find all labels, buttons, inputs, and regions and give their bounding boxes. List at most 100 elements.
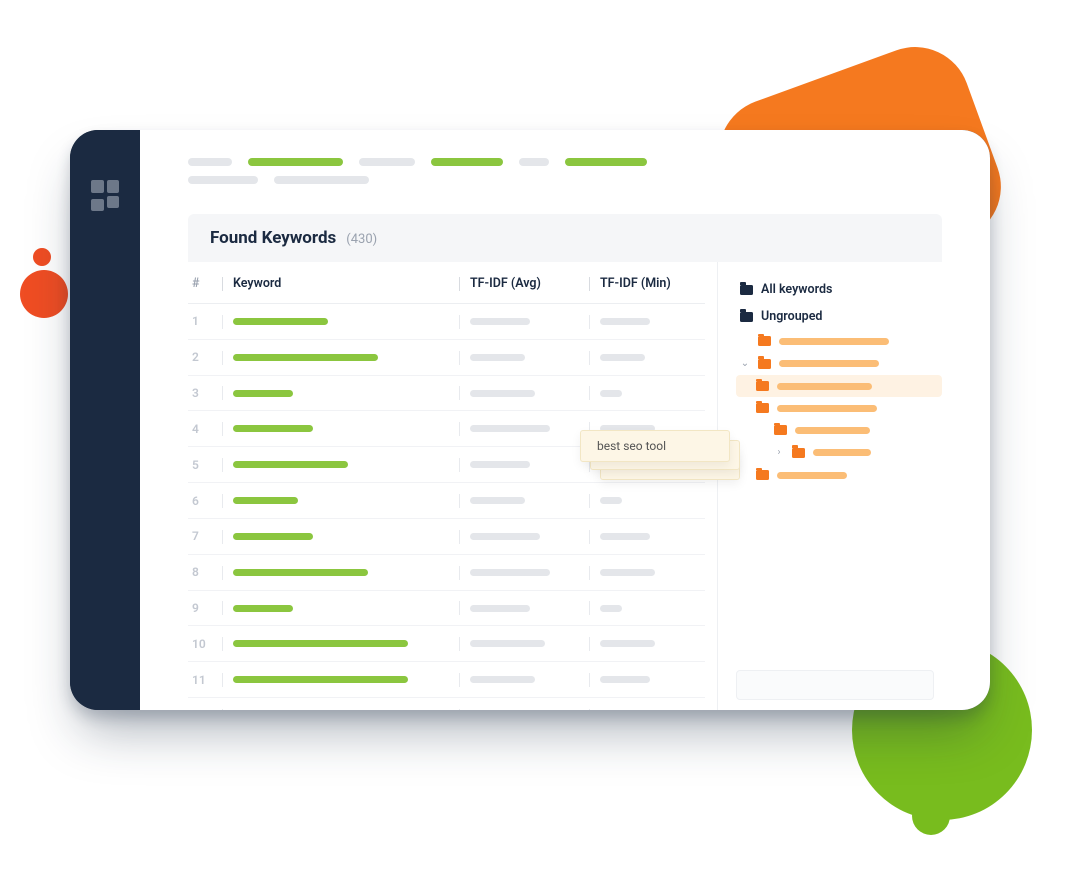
folder-placeholder [779, 360, 879, 367]
cell-keyword [218, 304, 455, 340]
folder-placeholder [777, 472, 847, 479]
cell-tfidf-avg [455, 590, 585, 626]
crumb-placeholder [248, 158, 343, 166]
app-window: Found Keywords (430) # Keyword TF-IDF (A… [70, 130, 990, 710]
decor-green-circle-small [912, 797, 950, 835]
row-number: 1 [188, 304, 218, 340]
cell-tfidf-avg [455, 375, 585, 411]
folder-icon [740, 312, 753, 322]
cell-tfidf-min [585, 662, 705, 698]
cell-tfidf-min [585, 304, 705, 340]
cell-keyword [218, 590, 455, 626]
keyword-tooltip: best seo tool [580, 430, 730, 462]
row-number: 11 [188, 662, 218, 698]
row-number: 10 [188, 626, 218, 662]
cell-tfidf-avg [455, 304, 585, 340]
crumb-placeholder [565, 158, 647, 166]
section-header: Found Keywords (430) [188, 214, 942, 262]
row-number: 8 [188, 554, 218, 590]
cell-tfidf-min [585, 375, 705, 411]
section-count: (430) [346, 232, 377, 247]
folder-icon [774, 425, 787, 435]
folder-icon [756, 403, 769, 413]
table-row[interactable]: 2 [188, 339, 705, 375]
folder-item[interactable] [736, 397, 942, 419]
cell-tfidf-avg [455, 554, 585, 590]
cell-tfidf-min [585, 698, 705, 710]
table-row[interactable]: 12 [188, 698, 705, 710]
chevron-down-icon[interactable]: ⌄ [740, 358, 750, 369]
table-row[interactable]: 9 [188, 590, 705, 626]
folder-item-selected[interactable] [736, 375, 942, 397]
folder-item[interactable] [736, 419, 942, 441]
cell-keyword [218, 554, 455, 590]
decor-red-circle-small [33, 248, 51, 266]
col-tfidf-min[interactable]: TF-IDF (Min) [585, 262, 705, 304]
cell-tfidf-avg [455, 411, 585, 447]
cell-tfidf-avg [455, 447, 585, 483]
crumb-placeholder [274, 176, 369, 184]
folder-item[interactable] [736, 464, 942, 486]
folder-icon [756, 381, 769, 391]
apps-grid-icon[interactable] [91, 180, 119, 208]
cell-tfidf-min [585, 626, 705, 662]
table-row[interactable]: 1 [188, 304, 705, 340]
cell-keyword [218, 626, 455, 662]
main-panel: Found Keywords (430) # Keyword TF-IDF (A… [140, 130, 990, 710]
cell-tfidf-avg [455, 483, 585, 519]
row-number: 12 [188, 698, 218, 710]
row-number: 7 [188, 518, 218, 554]
folder-item-expanded[interactable]: ⌄ [736, 352, 942, 375]
cell-keyword [218, 411, 455, 447]
folders-panel: All keywords Ungrouped ⌄ [717, 262, 942, 710]
folder-label: Ungrouped [761, 309, 822, 324]
folder-icon [740, 285, 753, 295]
crumb-placeholder [431, 158, 503, 166]
cell-tfidf-avg [455, 662, 585, 698]
folder-placeholder [777, 383, 872, 390]
col-tfidf-avg[interactable]: TF-IDF (Avg) [455, 262, 585, 304]
folder-icon [756, 470, 769, 480]
cell-tfidf-min [585, 483, 705, 519]
row-number: 4 [188, 411, 218, 447]
keywords-table: # Keyword TF-IDF (Avg) TF-IDF (Min) 1234… [188, 262, 705, 710]
folder-placeholder [777, 405, 877, 412]
cell-tfidf-min [585, 518, 705, 554]
row-number: 3 [188, 375, 218, 411]
crumb-placeholder [519, 158, 549, 166]
row-number: 2 [188, 339, 218, 375]
folders-add-input[interactable] [736, 670, 934, 700]
row-number: 9 [188, 590, 218, 626]
col-keyword[interactable]: Keyword [218, 262, 455, 304]
folder-icon [792, 448, 805, 458]
crumb-placeholder [188, 158, 232, 166]
row-number: 6 [188, 483, 218, 519]
folder-label: All keywords [761, 282, 832, 297]
crumb-placeholder [359, 158, 415, 166]
cell-keyword [218, 698, 455, 710]
cell-tfidf-avg [455, 339, 585, 375]
decor-red-circle-large [20, 270, 68, 318]
cell-keyword [218, 339, 455, 375]
cell-keyword [218, 518, 455, 554]
folder-item[interactable] [736, 330, 942, 352]
table-row[interactable]: 8 [188, 554, 705, 590]
table-row[interactable]: 6 [188, 483, 705, 519]
table-row[interactable]: 3 [188, 375, 705, 411]
folder-item-expandable[interactable]: › [736, 441, 942, 464]
row-number: 5 [188, 447, 218, 483]
folder-placeholder [779, 338, 889, 345]
table-row[interactable]: 7 [188, 518, 705, 554]
folder-placeholder [795, 427, 870, 434]
col-number[interactable]: # [188, 262, 218, 304]
tooltip-text: best seo tool [580, 430, 730, 462]
folder-ungrouped[interactable]: Ungrouped [736, 303, 942, 330]
crumb-placeholder [188, 176, 258, 184]
chevron-right-icon[interactable]: › [774, 447, 784, 458]
folder-all-keywords[interactable]: All keywords [736, 276, 942, 303]
table-row[interactable]: 11 [188, 662, 705, 698]
folder-icon [758, 336, 771, 346]
table-row[interactable]: 10 [188, 626, 705, 662]
left-sidebar [70, 130, 140, 710]
folder-icon [758, 359, 771, 369]
